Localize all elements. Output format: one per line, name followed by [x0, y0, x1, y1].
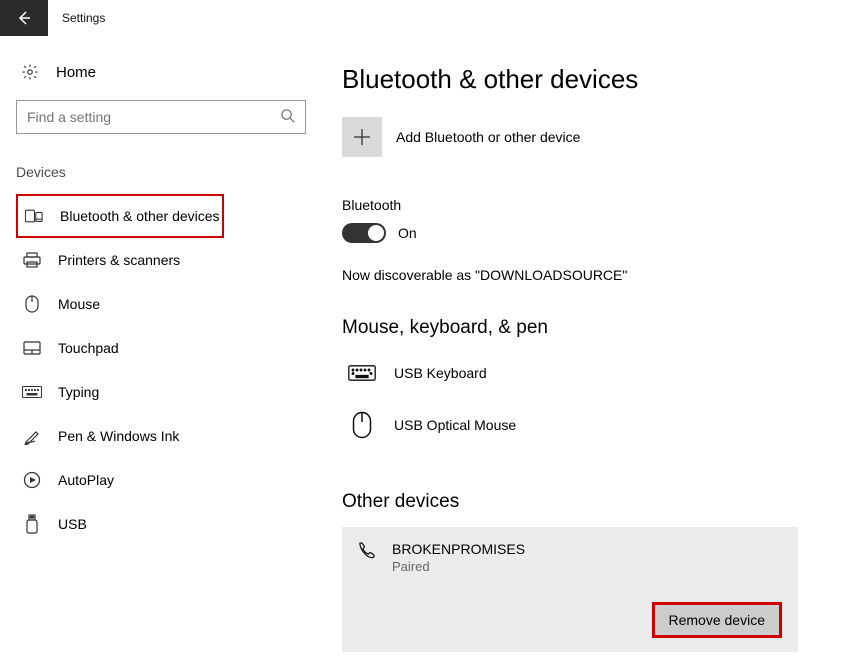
selected-device-name: BROKENPROMISES: [392, 541, 525, 557]
autoplay-icon: [22, 470, 42, 490]
other-device-selected[interactable]: BROKENPROMISES Paired Remove device: [342, 527, 798, 652]
sidebar: Home Devices Bluetooth & other devices P…: [0, 36, 330, 669]
sidebar-item-autoplay[interactable]: AutoPlay: [16, 458, 306, 502]
main-panel: Bluetooth & other devices Add Bluetooth …: [330, 36, 859, 669]
discoverable-text: Now discoverable as "DOWNLOADSOURCE": [342, 267, 819, 283]
add-device-button[interactable]: Add Bluetooth or other device: [342, 117, 819, 157]
keyboard-icon: [22, 382, 42, 402]
sidebar-section-title: Devices: [16, 164, 330, 180]
gear-icon: [20, 62, 40, 82]
search-input[interactable]: [27, 109, 280, 125]
search-box[interactable]: [16, 100, 306, 134]
sidebar-item-label: Printers & scanners: [58, 252, 180, 268]
sidebar-item-pen-windows-ink[interactable]: Pen & Windows Ink: [16, 414, 306, 458]
printer-icon: [22, 250, 42, 270]
usb-icon: [22, 514, 42, 534]
device-name: USB Optical Mouse: [394, 417, 516, 433]
touchpad-icon: [22, 338, 42, 358]
section-other-devices: Other devices: [342, 491, 819, 513]
bluetooth-toggle-row: On: [342, 223, 819, 243]
sidebar-item-label: USB: [58, 516, 87, 532]
sidebar-item-label: Pen & Windows Ink: [58, 428, 179, 444]
sidebar-item-label: Touchpad: [58, 340, 119, 356]
section-mouse-keyboard-pen: Mouse, keyboard, & pen: [342, 317, 819, 339]
bluetooth-section-label: Bluetooth: [342, 197, 819, 213]
devices-icon: [24, 206, 44, 226]
page-title: Bluetooth & other devices: [342, 64, 819, 95]
content-area: Home Devices Bluetooth & other devices P…: [0, 36, 859, 669]
sidebar-item-mouse[interactable]: Mouse: [16, 282, 306, 326]
sidebar-item-label: Bluetooth & other devices: [60, 208, 220, 224]
device-row-usb-optical-mouse[interactable]: USB Optical Mouse: [342, 405, 819, 457]
sidebar-item-usb[interactable]: USB: [16, 502, 306, 546]
sidebar-item-touchpad[interactable]: Touchpad: [16, 326, 306, 370]
sidebar-item-bluetooth-other-devices[interactable]: Bluetooth & other devices: [16, 194, 224, 238]
titlebar: Settings: [0, 0, 859, 36]
pen-icon: [22, 426, 42, 446]
sidebar-item-label: AutoPlay: [58, 472, 114, 488]
bluetooth-toggle[interactable]: [342, 223, 386, 243]
device-name: USB Keyboard: [394, 365, 487, 381]
window-title: Settings: [62, 11, 105, 25]
plus-icon: [342, 117, 382, 157]
home-button[interactable]: Home: [16, 56, 330, 100]
selected-device-status: Paired: [392, 559, 525, 574]
toggle-state-label: On: [398, 225, 417, 241]
sidebar-item-label: Typing: [58, 384, 99, 400]
home-label: Home: [56, 64, 96, 81]
sidebar-item-printers-scanners[interactable]: Printers & scanners: [16, 238, 306, 282]
back-arrow-icon: [16, 10, 32, 26]
mouse-icon: [348, 411, 376, 439]
search-icon: [280, 108, 295, 126]
device-row-usb-keyboard[interactable]: USB Keyboard: [342, 353, 819, 405]
sidebar-item-typing[interactable]: Typing: [16, 370, 306, 414]
sidebar-item-label: Mouse: [58, 296, 100, 312]
add-device-label: Add Bluetooth or other device: [396, 129, 580, 145]
remove-device-button[interactable]: Remove device: [652, 602, 783, 638]
mouse-icon: [22, 294, 42, 314]
back-button[interactable]: [0, 0, 48, 36]
keyboard-icon: [348, 359, 376, 387]
phone-icon: [356, 541, 376, 561]
